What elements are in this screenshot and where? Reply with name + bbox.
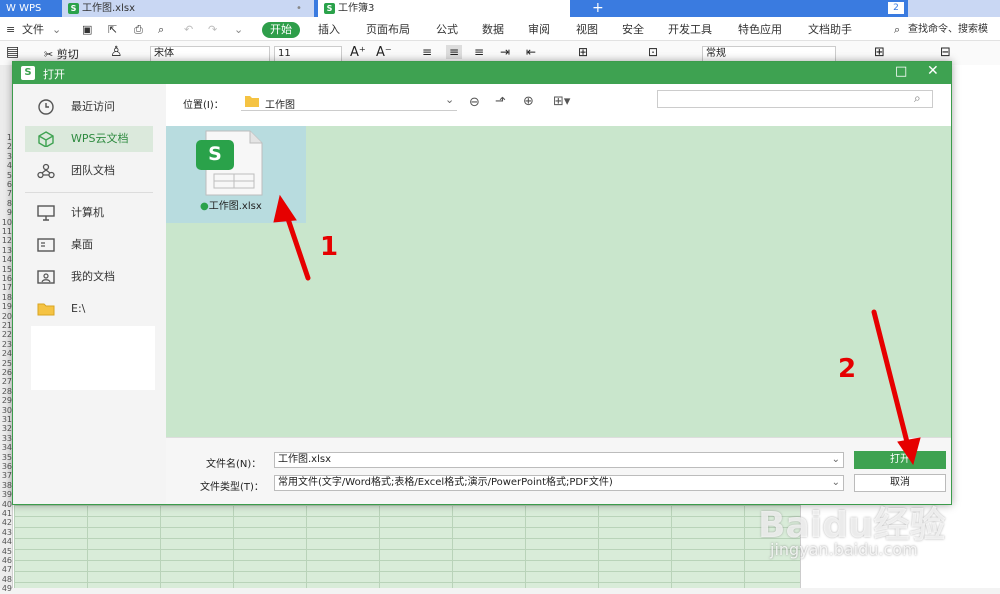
step-2-label: 2 [838,354,857,384]
baidu-watermark-url: jingyan.baidu.com [770,540,918,559]
arrow-1-icon [273,194,311,281]
step-1-label: 1 [320,232,339,262]
arrow-2-icon [871,309,921,466]
